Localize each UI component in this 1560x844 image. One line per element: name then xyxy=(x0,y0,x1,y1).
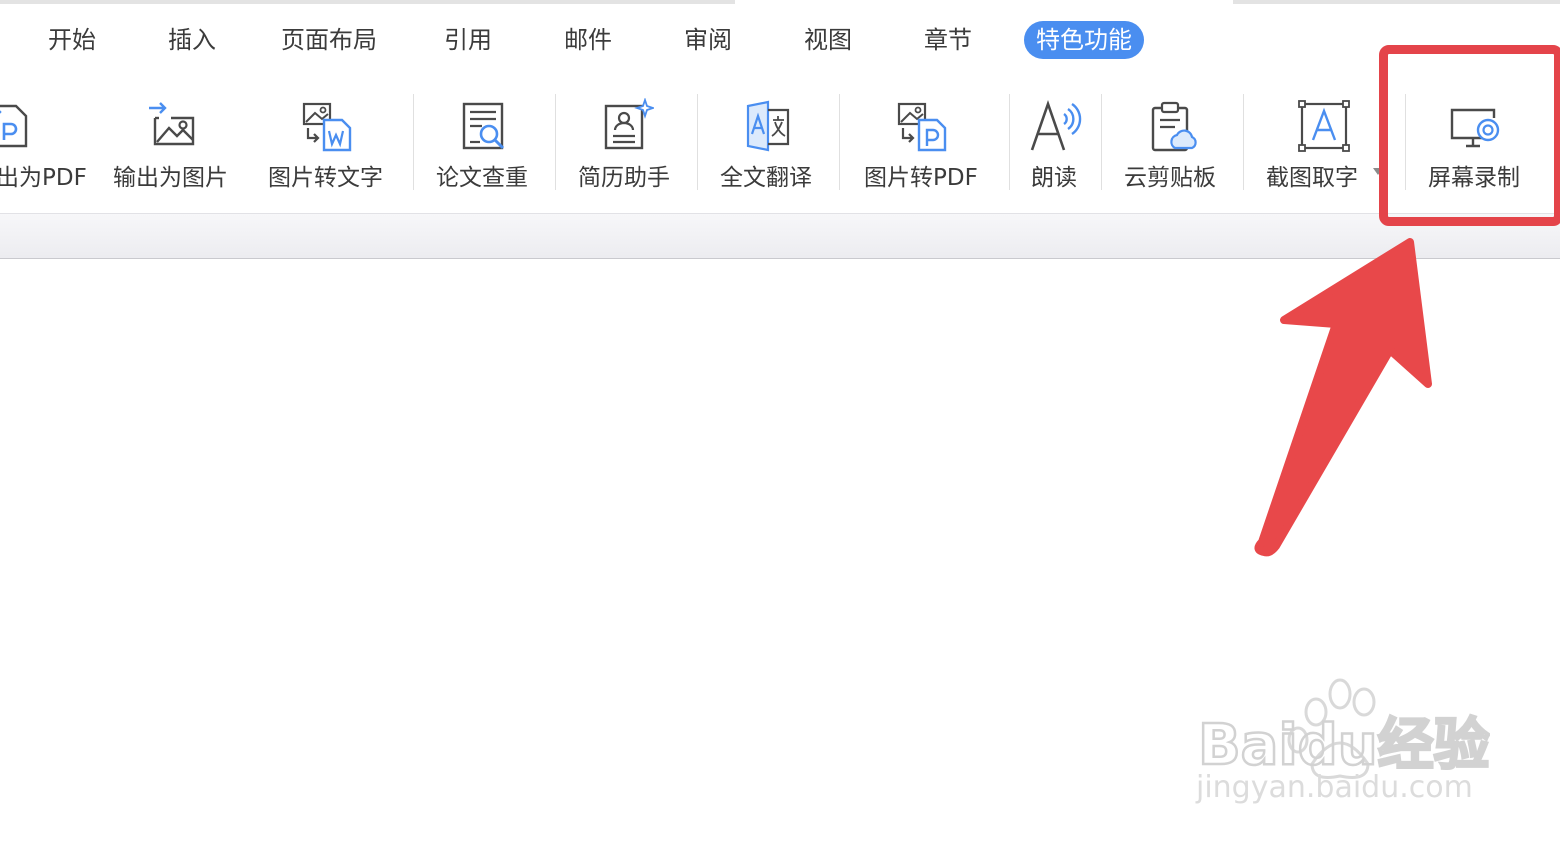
cloud-clipboard-button[interactable]: 云剪贴板 xyxy=(1112,86,1232,198)
toolbar-separator xyxy=(1243,94,1244,190)
screenshot-ocr-button[interactable]: 截图取字 xyxy=(1254,86,1390,198)
tab-page-layout[interactable]: 页面布局 xyxy=(269,21,389,59)
watermark-url: jingyan.baidu.com xyxy=(1196,770,1473,805)
screenshot-ocr-icon xyxy=(1298,100,1350,152)
cloud-clipboard-icon xyxy=(1151,101,1197,152)
toolbar-separator xyxy=(1101,94,1102,190)
image-to-text-button[interactable]: 图片转文字 xyxy=(262,86,394,198)
tab-sections[interactable]: 章节 xyxy=(912,21,984,59)
image-to-text-icon xyxy=(302,102,352,152)
resume-helper-button[interactable]: 简历助手 xyxy=(566,86,684,198)
export-pdf-icon xyxy=(0,104,28,148)
window-top-border xyxy=(0,0,1560,4)
tab-insert[interactable]: 插入 xyxy=(156,21,228,59)
read-aloud-icon xyxy=(1030,100,1082,151)
toolbar-separator xyxy=(413,94,414,190)
tab-mailings[interactable]: 邮件 xyxy=(552,21,624,59)
translate-icon xyxy=(746,100,790,152)
ribbon-toolbar: 出为PDF 输出为图片 图片转文字 论文查重 简历助手 全文翻译 图片转PDF … xyxy=(0,86,1560,212)
image-to-pdf-label: 图片转PDF xyxy=(864,165,978,191)
toolbar-separator xyxy=(839,94,840,190)
read-aloud-label: 朗读 xyxy=(1031,165,1077,191)
translate-label: 全文翻译 xyxy=(720,165,812,191)
resume-icon xyxy=(604,98,654,150)
tab-references[interactable]: 引用 xyxy=(432,21,504,59)
export-image-icon xyxy=(149,102,195,146)
image-to-pdf-icon xyxy=(897,102,947,152)
paper-check-button[interactable]: 论文查重 xyxy=(424,86,542,198)
paper-check-label: 论文查重 xyxy=(436,165,528,191)
image-to-text-label: 图片转文字 xyxy=(268,165,383,191)
tab-start[interactable]: 开始 xyxy=(36,21,108,59)
resume-helper-label: 简历助手 xyxy=(578,165,670,191)
toolbar-separator xyxy=(555,94,556,190)
pointer-arrow-icon xyxy=(1254,238,1432,557)
tab-review[interactable]: 审阅 xyxy=(672,21,744,59)
read-aloud-button[interactable]: 朗读 xyxy=(1020,86,1092,198)
tab-view[interactable]: 视图 xyxy=(792,21,864,59)
translate-button[interactable]: 全文翻译 xyxy=(708,86,826,198)
export-pdf-button[interactable]: 出为PDF xyxy=(0,86,90,198)
image-to-pdf-button[interactable]: 图片转PDF xyxy=(856,86,990,198)
cloud-clipboard-label: 云剪贴板 xyxy=(1124,165,1216,191)
export-image-button[interactable]: 输出为图片 xyxy=(108,86,238,198)
screenshot-ocr-label: 截图取字 xyxy=(1266,165,1358,191)
tab-special-features[interactable]: 特色功能 xyxy=(1024,21,1144,59)
ribbon-tab-bar: 开始 插入 页面布局 引用 邮件 审阅 视图 章节 特色功能 xyxy=(0,8,1560,70)
highlight-box xyxy=(1379,45,1560,226)
toolbar-separator xyxy=(1009,94,1010,190)
paper-check-icon xyxy=(462,102,505,150)
export-image-label: 输出为图片 xyxy=(113,165,228,191)
export-pdf-label: 出为PDF xyxy=(0,165,87,191)
toolbar-separator xyxy=(697,94,698,190)
watermark-brand: Baidu经验 xyxy=(1198,713,1490,778)
